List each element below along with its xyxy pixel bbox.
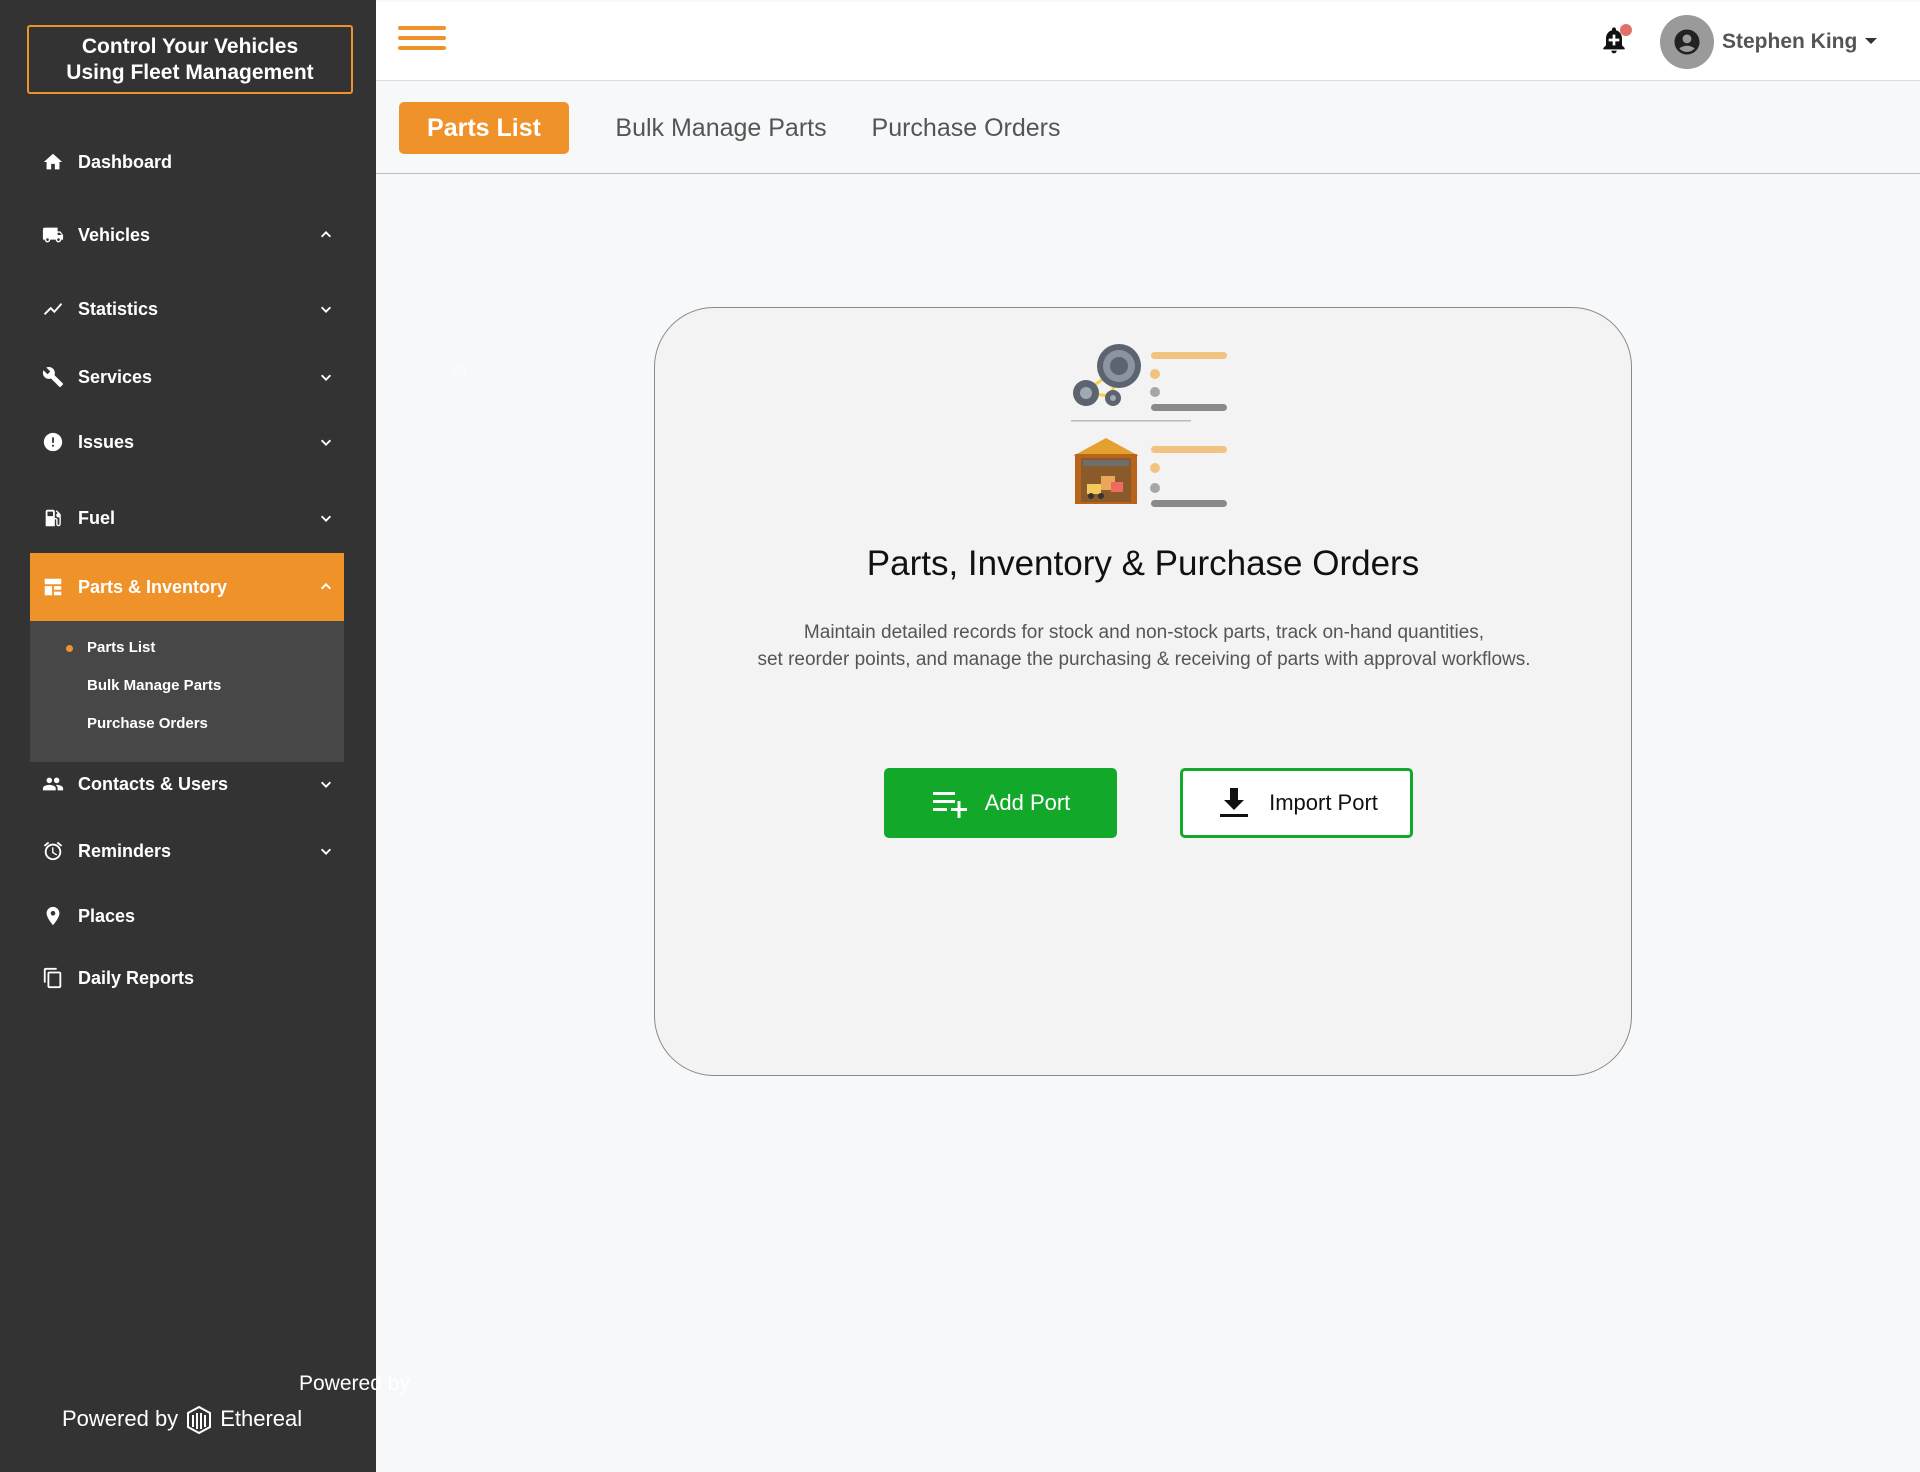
hamburger-menu-icon[interactable] [398, 26, 446, 54]
chevron-down-icon [318, 510, 334, 526]
description-line-2: set reorder points, and manage the purch… [757, 649, 1531, 670]
add-port-button[interactable]: Add Port [884, 768, 1117, 838]
sidebar-item-label: Places [78, 905, 136, 926]
powered-by-footer: Powered by Ethereal [62, 1403, 302, 1435]
sidebar-item-services[interactable]: Services [30, 352, 344, 402]
tab-bulk-manage-parts[interactable]: Bulk Manage Parts [601, 102, 841, 154]
playlist-add-icon [932, 792, 967, 818]
sidebar-item-reminders[interactable]: Reminders [30, 826, 344, 876]
chevron-down-icon [318, 434, 334, 450]
inventory-icon [40, 574, 66, 600]
chevron-up-icon [318, 227, 334, 243]
submenu-item-bulk-manage-parts[interactable]: Bulk Manage Parts [87, 677, 221, 694]
sidebar-item-vehicles[interactable]: Vehicles [30, 210, 344, 260]
powered-by-text: Powered by [62, 1406, 179, 1431]
bell-plus-icon[interactable] [1598, 24, 1634, 60]
empty-state-card: Parts, Inventory & Purchase Orders Maint… [654, 307, 1632, 1076]
users-icon [40, 771, 66, 797]
brand-banner: Control Your Vehicles Using Fleet Manage… [27, 25, 353, 94]
notification-dot [1620, 24, 1632, 36]
tab-purchase-orders[interactable]: Purchase Orders [866, 102, 1066, 154]
parts-submenu: Parts List Bulk Manage Parts Purchase Or… [30, 621, 344, 762]
user-name[interactable]: Stephen King [1722, 30, 1857, 54]
download-icon [1220, 788, 1249, 817]
sidebar-item-label: Issues [78, 431, 135, 452]
topbar: Stephen King [376, 2, 1920, 81]
empty-state-title: Parts, Inventory & Purchase Orders [866, 544, 1420, 583]
powered-by-ghost: Powered by [299, 1372, 410, 1396]
powered-brand-text: Ethereal [220, 1406, 303, 1431]
sidebar-item-places[interactable]: Places [30, 891, 344, 941]
home-icon [40, 149, 66, 175]
sidebar-item-dashboard[interactable]: Dashboard [30, 137, 344, 187]
submenu-item-purchase-orders[interactable]: Purchase Orders [87, 715, 208, 732]
active-indicator [66, 645, 73, 652]
chevron-down-icon [318, 369, 334, 385]
import-port-button[interactable]: Import Port [1180, 768, 1413, 838]
sidebar-item-label: Contacts & Users [78, 773, 229, 794]
sidebar-item-label: Services [78, 366, 153, 387]
ghost-all-label: All [451, 362, 467, 378]
sidebar-item-statistics[interactable]: Statistics [30, 284, 344, 334]
brand-line-2: Using Fleet Management [66, 60, 314, 84]
tab-bar: Parts List Bulk Manage Parts Purchase Or… [376, 82, 1920, 174]
sidebar-item-label: Dashboard [78, 151, 173, 172]
chevron-up-icon [318, 579, 334, 595]
alert-circle-icon [40, 429, 66, 455]
empty-state-description: Maintain detailed records for stock and … [715, 619, 1573, 673]
sidebar-item-daily-reports[interactable]: Daily Reports [30, 953, 344, 1003]
powered-by-ghost-text: Powered by [299, 1372, 410, 1395]
caret-down-icon[interactable] [1865, 38, 1877, 44]
sidebar-item-label: Parts & Inventory [78, 576, 228, 597]
tab-parts-list[interactable]: Parts List [399, 102, 569, 154]
sidebar-item-issues[interactable]: Issues [30, 417, 344, 467]
sidebar-item-label: Fuel [78, 507, 116, 528]
sidebar-item-contacts-users[interactable]: Contacts & Users [30, 759, 344, 809]
chart-line-icon [40, 296, 66, 322]
wrench-icon [40, 364, 66, 390]
sidebar-item-label: Statistics [78, 298, 159, 319]
add-port-label: Add Port [984, 790, 1071, 815]
alarm-clock-icon [40, 838, 66, 864]
sidebar-item-parts-inventory[interactable]: Parts & Inventory [30, 553, 344, 621]
submenu-item-parts-list[interactable]: Parts List [87, 639, 155, 656]
sidebar: Control Your Vehicles Using Fleet Manage… [0, 0, 376, 1472]
sidebar-item-fuel[interactable]: Fuel [30, 493, 344, 543]
map-pin-icon [40, 903, 66, 929]
sidebar-item-label: Vehicles [78, 224, 151, 245]
user-circle-icon [1674, 29, 1700, 55]
sidebar-item-label: Reminders [78, 840, 172, 861]
fuel-pump-icon [40, 505, 66, 531]
import-port-label: Import Port [1269, 790, 1378, 815]
avatar[interactable] [1660, 15, 1714, 69]
parts-inventory-illustration-icon [1071, 344, 1227, 507]
sidebar-item-label: Daily Reports [78, 967, 195, 988]
truck-icon [40, 222, 66, 248]
chevron-down-icon [318, 843, 334, 859]
description-line-1: Maintain detailed records for stock and … [803, 622, 1485, 643]
brand-line-1: Control Your Vehicles [81, 34, 299, 58]
chevron-down-icon [318, 776, 334, 792]
ethereal-logo-icon [187, 1405, 212, 1435]
copy-icon [40, 965, 66, 991]
chevron-down-icon [318, 301, 334, 317]
